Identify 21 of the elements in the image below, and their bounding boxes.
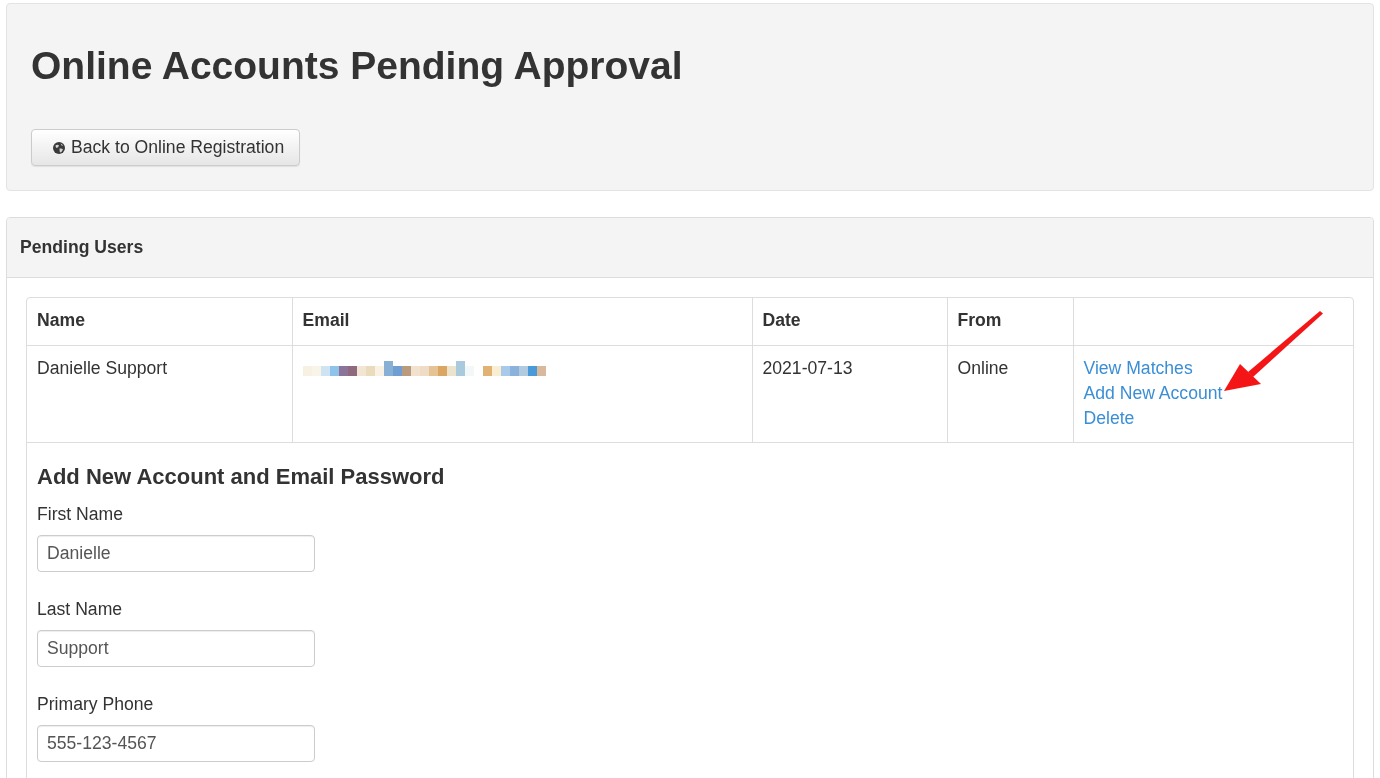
field-label: First Name <box>37 503 124 526</box>
input-field[interactable]: 555-123-4567 <box>37 725 315 762</box>
column-header: Date <box>762 309 801 332</box>
page-title: Online Accounts Pending Approval <box>31 44 683 87</box>
table-cell-text: Online <box>957 357 1009 380</box>
column-header: Email <box>302 309 350 332</box>
back-button[interactable]: Back to Online Registration <box>31 129 301 166</box>
input-field[interactable]: Danielle <box>37 535 315 572</box>
table-cell-text: 2021-07-13 <box>762 357 853 380</box>
field-label: Last Name <box>37 598 123 621</box>
column-header: Name <box>37 309 85 332</box>
action-link[interactable]: Delete <box>1083 406 1135 431</box>
globe-icon <box>53 141 65 154</box>
field-label: Primary Phone <box>37 693 154 716</box>
panel-title: Pending Users <box>20 236 144 259</box>
table-cell-text: Danielle Support <box>37 357 168 380</box>
column-header: From <box>957 309 1002 332</box>
form-title: Add New Account and Email Password <box>37 464 445 490</box>
action-link[interactable]: Add New Account <box>1083 381 1223 406</box>
input-field[interactable]: Support <box>37 630 315 667</box>
action-link[interactable]: View Matches <box>1083 356 1193 381</box>
